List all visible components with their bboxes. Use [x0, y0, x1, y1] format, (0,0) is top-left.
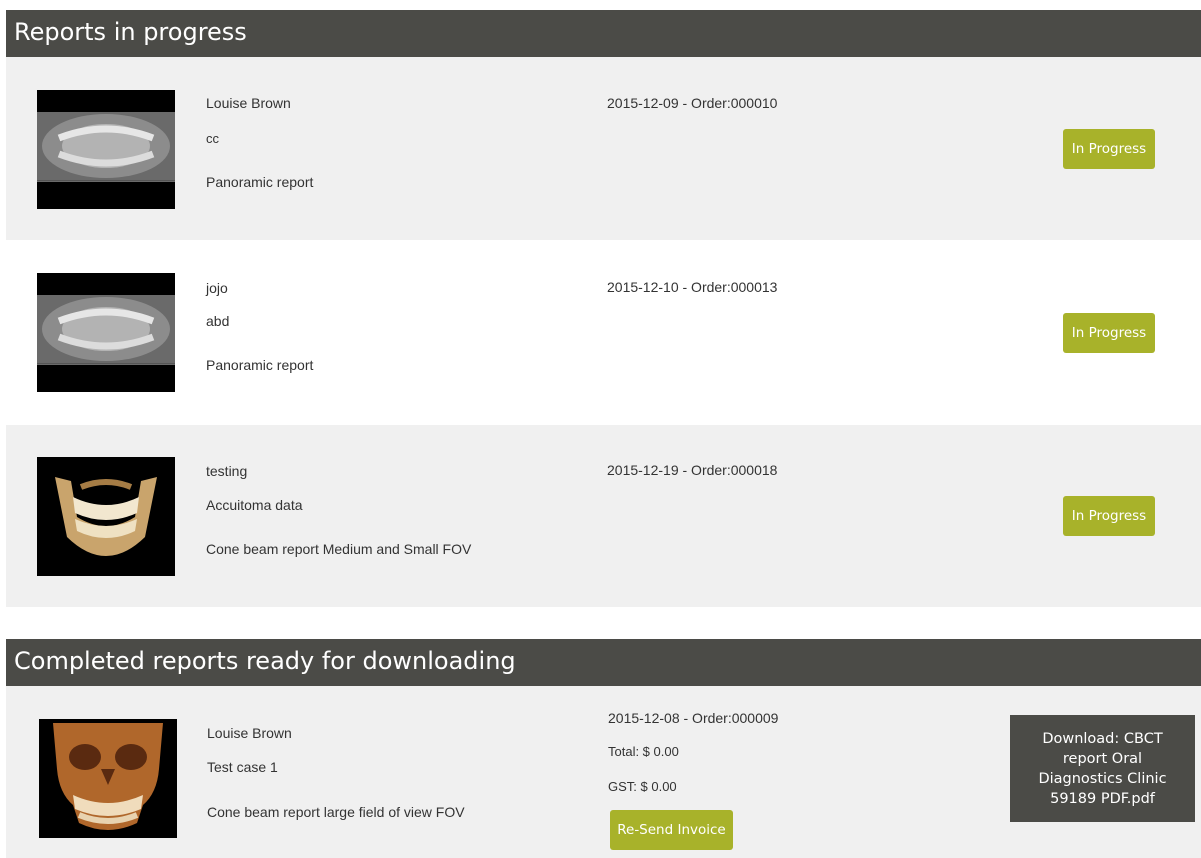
gst-amount: GST: $ 0.00 — [608, 779, 677, 794]
panoramic-xray-thumbnail[interactable] — [37, 90, 175, 209]
completed-section-title: Completed reports ready for downloading — [6, 639, 1201, 686]
cbct-jaw-thumbnail[interactable] — [37, 457, 175, 576]
patient-name: jojo — [206, 280, 228, 296]
order-info: 2015-12-09 - Order:000010 — [607, 95, 778, 111]
case-note: cc — [206, 131, 219, 146]
case-note: Test case 1 — [207, 759, 278, 775]
patient-name: testing — [206, 463, 248, 479]
case-note: abd — [206, 313, 230, 329]
panoramic-xray-thumbnail[interactable] — [37, 273, 175, 392]
resend-invoice-button[interactable]: Re-Send Invoice — [610, 810, 733, 850]
cbct-skull-thumbnail[interactable] — [39, 719, 177, 838]
report-row: Louise Brown cc Panoramic report 2015-12… — [6, 57, 1201, 240]
in-progress-section-title: Reports in progress — [6, 10, 1201, 57]
report-type: Cone beam report Medium and Small FOV — [206, 541, 472, 557]
download-report-button[interactable]: Download: CBCT report Oral Diagnostics C… — [1010, 715, 1195, 822]
order-info: 2015-12-19 - Order:000018 — [607, 462, 778, 478]
patient-name: Louise Brown — [207, 725, 292, 741]
case-note: Accuitoma data — [206, 497, 303, 513]
patient-name: Louise Brown — [206, 95, 291, 111]
order-info: 2015-12-10 - Order:000013 — [607, 279, 778, 295]
report-row: testing Accuitoma data Cone beam report … — [6, 425, 1201, 607]
report-row: jojo abd Panoramic report 2015-12-10 - O… — [6, 240, 1201, 425]
report-type: Panoramic report — [206, 174, 314, 190]
in-progress-button[interactable]: In Progress — [1063, 313, 1155, 353]
total-amount: Total: $ 0.00 — [608, 744, 679, 759]
report-type: Cone beam report large field of view FOV — [207, 804, 465, 820]
in-progress-button[interactable]: In Progress — [1063, 129, 1155, 169]
completed-report-row: Louise Brown Test case 1 Cone beam repor… — [6, 686, 1201, 858]
order-info: 2015-12-08 - Order:000009 — [608, 710, 779, 726]
in-progress-button[interactable]: In Progress — [1063, 496, 1155, 536]
report-type: Panoramic report — [206, 357, 314, 373]
